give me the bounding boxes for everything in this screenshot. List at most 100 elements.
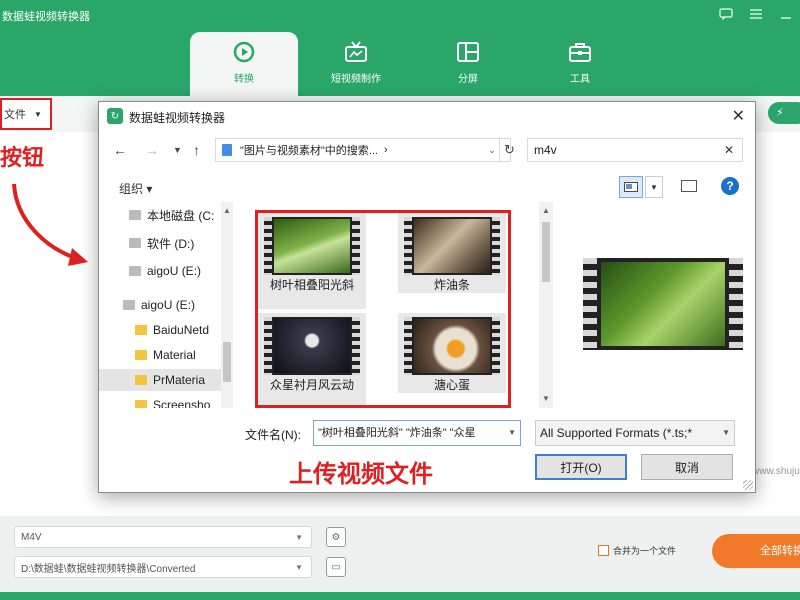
- resize-grip-icon[interactable]: [743, 480, 753, 490]
- file-item[interactable]: 炸油条: [398, 213, 506, 293]
- scroll-down-icon[interactable]: ▼: [542, 394, 550, 403]
- tab-split-screen[interactable]: 分屏: [414, 32, 522, 96]
- thumbnail-image: [274, 219, 350, 273]
- folder-icon: [222, 144, 232, 156]
- split-screen-icon: [456, 40, 480, 64]
- film-strip: [352, 317, 360, 375]
- bottom-strip: [0, 592, 800, 600]
- annotation-upload-label: 上传视频文件: [289, 461, 433, 488]
- video-thumbnail: [404, 217, 500, 275]
- folder-tree: 本地磁盘 (C: 软件 (D:) aigoU (E:) aigoU (E:) B…: [99, 202, 221, 408]
- tab-tools[interactable]: 工具: [526, 32, 634, 96]
- tree-item[interactable]: PrMateria: [99, 369, 221, 391]
- drive-icon: [129, 210, 141, 220]
- file-name: 炸油条: [433, 278, 470, 292]
- file-type-select[interactable]: All Supported Formats (*.ts;* ▼: [535, 420, 735, 446]
- folder-icon: [135, 375, 147, 385]
- back-icon[interactable]: ←: [113, 142, 127, 158]
- menu-icon[interactable]: [748, 6, 764, 22]
- cancel-button[interactable]: 取消: [641, 454, 733, 480]
- film-strip: [492, 317, 500, 375]
- minimize-icon[interactable]: [778, 6, 794, 22]
- tree-item[interactable]: 软件 (D:): [99, 232, 221, 254]
- open-folder-icon[interactable]: ▭: [326, 557, 346, 577]
- chevron-down-icon: ▼: [34, 109, 42, 119]
- drive-icon: [123, 300, 135, 310]
- open-file-dialog: ↻ 数据蛙视频转换器 ✕ ← → ▼ ↑ "图片与视频素材"中的搜索... › …: [98, 101, 756, 493]
- chevron-down-icon[interactable]: ▼: [504, 421, 516, 445]
- filename-label: 文件名(N):: [245, 428, 301, 442]
- tree-item[interactable]: Material: [99, 344, 221, 366]
- dialog-titlebar: ↻ 数据蛙视频转换器 ✕: [99, 102, 755, 130]
- annotation-button-label: 按钮: [0, 145, 45, 170]
- merge-checkbox[interactable]: [598, 545, 609, 556]
- address-bar[interactable]: "图片与视频素材"中的搜索... ›: [215, 138, 511, 162]
- film-strip: [264, 217, 272, 275]
- thumbnail-image: [414, 219, 490, 273]
- tree-item[interactable]: Screensho: [99, 394, 221, 408]
- files-scrollbar[interactable]: ▲ ▼: [539, 202, 553, 408]
- film-strip: [352, 217, 360, 275]
- tab-label: 短视频制作: [331, 74, 381, 85]
- tree-item[interactable]: aigoU (E:): [99, 294, 221, 316]
- search-input[interactable]: m4v ✕: [527, 138, 743, 162]
- thumbnail-image: [274, 319, 350, 373]
- add-file-button[interactable]: 文件 ▼: [0, 98, 52, 130]
- video-thumbnail: [264, 317, 360, 375]
- help-icon[interactable]: ?: [721, 177, 739, 195]
- output-format-select[interactable]: M4V ▼: [14, 526, 312, 548]
- tree-item[interactable]: 本地磁盘 (C:: [99, 204, 221, 226]
- tree-item-label: Screensho: [153, 398, 211, 408]
- close-icon[interactable]: ✕: [732, 106, 745, 126]
- clear-icon[interactable]: ✕: [724, 139, 734, 161]
- tree-item[interactable]: BaiduNetd: [99, 319, 221, 341]
- preview-pane: [583, 258, 743, 350]
- open-button[interactable]: 打开(O): [535, 454, 627, 480]
- file-item[interactable]: 众星衬月风云动: [258, 313, 366, 405]
- feedback-icon[interactable]: [718, 6, 734, 22]
- scrollbar-thumb[interactable]: [223, 342, 231, 382]
- folder-icon: [135, 325, 147, 335]
- organize-button[interactable]: 组织 ▾: [119, 180, 152, 197]
- forward-icon[interactable]: →: [145, 142, 159, 158]
- convert-all-button[interactable]: 全部转换: [712, 534, 800, 568]
- file-type-value: All Supported Formats (*.ts;*: [540, 426, 693, 440]
- address-path: "图片与视频素材"中的搜索...: [240, 145, 378, 157]
- chevron-down-icon: ▼: [295, 562, 303, 572]
- preview-image: [601, 262, 725, 346]
- tree-item[interactable]: aigoU (E:): [99, 260, 221, 282]
- film-strip: [492, 217, 500, 275]
- app-logo-icon: ↻: [107, 108, 123, 124]
- convert-icon: [232, 40, 256, 64]
- file-item[interactable]: 溏心蛋: [398, 313, 506, 393]
- search-value: m4v: [534, 143, 557, 157]
- tree-item-label: 软件 (D:): [147, 236, 195, 251]
- tree-scrollbar[interactable]: ▲: [221, 202, 233, 408]
- up-icon[interactable]: ↑: [193, 142, 200, 158]
- video-thumbnail: [264, 217, 360, 275]
- chevron-down-icon[interactable]: ▼: [645, 176, 663, 198]
- chevron-down-icon: ▼: [718, 421, 730, 445]
- merge-option[interactable]: 合并为一个文件: [598, 544, 676, 557]
- scrollbar-thumb[interactable]: [542, 222, 550, 282]
- recent-dropdown-icon[interactable]: ▼: [173, 145, 182, 155]
- nav-row: ← → ▼ ↑ "图片与视频素材"中的搜索... › ⌄ ↻ m4v ✕: [99, 138, 755, 164]
- format-settings-icon[interactable]: ⚙: [326, 527, 346, 547]
- file-item[interactable]: 树叶相叠阳光斜: [258, 213, 366, 309]
- preview-pane-icon[interactable]: [681, 180, 697, 192]
- output-path-select[interactable]: D:\数据蛙\数据蛙视频转换器\Converted ▼: [14, 556, 312, 578]
- view-icon[interactable]: [619, 176, 643, 198]
- file-grid: 树叶相叠阳光斜 炸油条 众星衬月风云动 溏心蛋: [255, 210, 511, 408]
- scroll-up-icon[interactable]: ▲: [542, 206, 550, 215]
- refresh-icon[interactable]: ↻: [499, 138, 519, 162]
- tab-convert[interactable]: 转换: [190, 32, 298, 96]
- scroll-up-icon[interactable]: ▲: [223, 206, 231, 215]
- film-strip: [264, 317, 272, 375]
- filename-input[interactable]: "树叶相叠阳光斜" "炸油条" "众星 ▼: [313, 420, 521, 446]
- start-button[interactable]: ⚡: [768, 102, 800, 124]
- merge-label: 合并为一个文件: [613, 546, 677, 556]
- tree-item-label: aigoU (E:): [147, 264, 202, 278]
- tab-short-video[interactable]: 短视频制作: [302, 32, 410, 96]
- filename-value: "树叶相叠阳光斜" "炸油条" "众星: [318, 427, 476, 439]
- file-name: 众星衬月风云动: [269, 378, 354, 392]
